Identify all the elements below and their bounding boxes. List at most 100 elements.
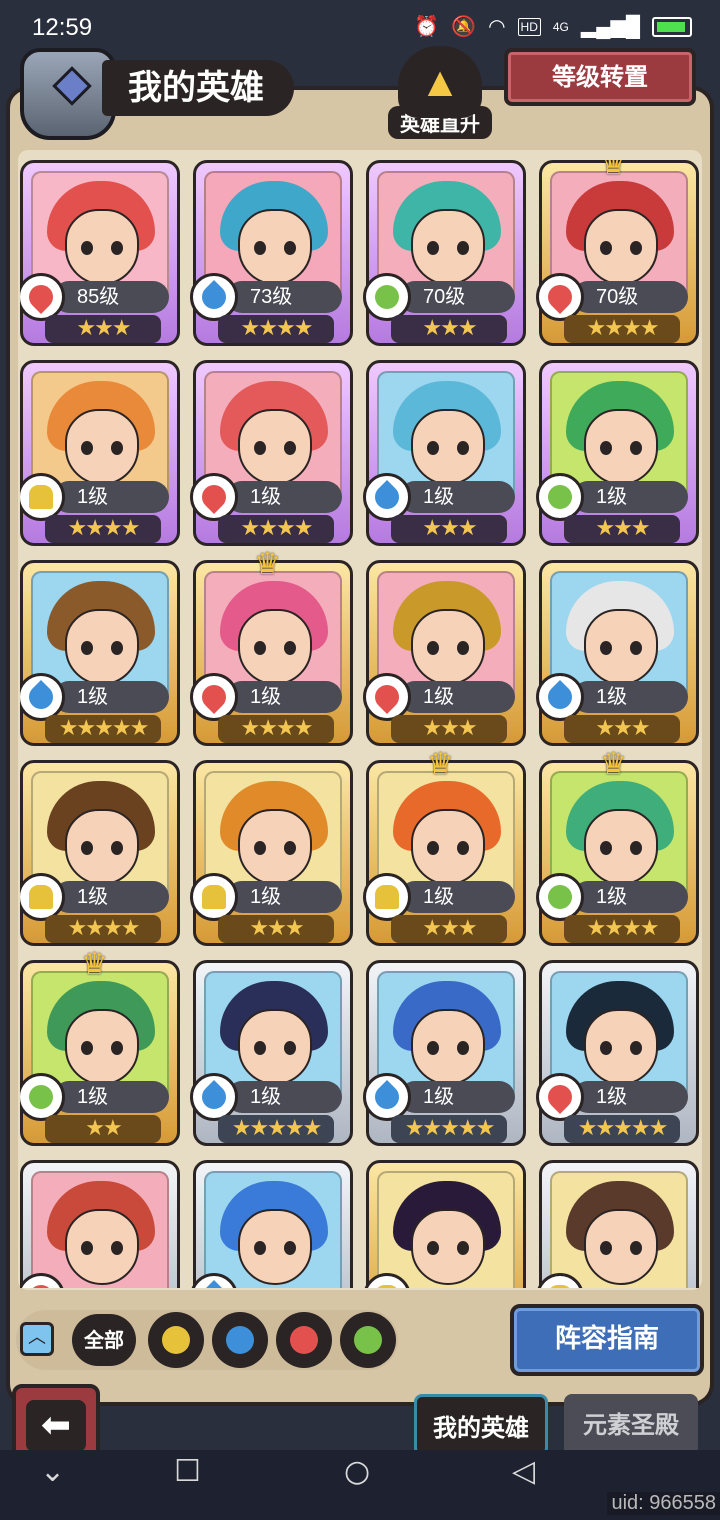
fire-element-icon (190, 673, 238, 721)
collapse-chevron-up-icon[interactable]: ︿ (20, 1322, 54, 1356)
hero-face (238, 209, 312, 285)
filter-wind-icon[interactable] (340, 1312, 396, 1368)
hero-card[interactable]: 70级 ★★★ (363, 160, 526, 346)
hero-stars: ★★★ (564, 515, 680, 543)
filter-earth-icon[interactable] (148, 1312, 204, 1368)
back-arrow-icon: ⬅ (26, 1400, 86, 1452)
hero-card[interactable]: ♛ 1级 ★★★★ (190, 547, 353, 746)
hero-card[interactable] (20, 1160, 180, 1288)
filter-all-button[interactable]: 全部 (72, 1314, 136, 1366)
hero-level: 1级 (226, 681, 342, 713)
hero-level: 1级 (53, 881, 169, 913)
hero-face (584, 1009, 658, 1085)
hero-face (65, 609, 139, 685)
hero-card[interactable]: 1级 ★★★ (536, 560, 699, 746)
hero-card[interactable] (363, 1160, 526, 1288)
fire-element-icon (536, 273, 584, 321)
hero-card[interactable]: ♛ 70级 ★★★★ (536, 160, 699, 346)
hero-level: 1级 (226, 481, 342, 513)
hero-stars: ★★★ (391, 715, 507, 743)
hero-card[interactable]: 1级 ★★★★★ (190, 960, 353, 1146)
page-title: 我的英雄 (102, 60, 294, 116)
hero-card[interactable] (190, 1160, 353, 1288)
hero-level: 1级 (399, 481, 515, 513)
fire-element-icon (190, 473, 238, 521)
filter-water-icon[interactable] (212, 1312, 268, 1368)
hero-level: 1级 (572, 1081, 688, 1113)
hero-card[interactable]: 1级 ★★★ (363, 560, 526, 746)
hero-card[interactable]: 1级 ★★★★ (190, 360, 353, 546)
hero-card[interactable]: 73级 ★★★★ (190, 160, 353, 346)
hero-stars: ★★★ (218, 915, 334, 943)
hd-badge: HD (517, 17, 541, 36)
hero-face (65, 1209, 139, 1285)
hero-face (411, 809, 485, 885)
hero-stars: ★★★ (45, 315, 161, 343)
hero-card[interactable]: 1级 ★★★★★ (363, 960, 526, 1146)
hero-face (238, 1209, 312, 1285)
water-element-icon (536, 673, 584, 721)
upgrade-emblem-icon (398, 46, 482, 118)
status-time: 12:59 (32, 14, 93, 41)
hero-stars: ★★★★★ (564, 1115, 680, 1143)
hero-card[interactable]: 1级 ★★★★ (20, 360, 180, 546)
hero-level: 73级 (226, 281, 342, 313)
lineup-guide-button[interactable]: 阵容指南 (510, 1304, 704, 1376)
crown-icon: ♛ (427, 747, 454, 782)
hero-stars: ★★★ (564, 715, 680, 743)
hero-direct-upgrade-button[interactable]: 英雄直升 (388, 46, 492, 142)
crown-icon: ♛ (254, 547, 281, 582)
hero-face (65, 209, 139, 285)
hero-portrait (550, 1171, 688, 1288)
element-filter-bar: ︿ 全部 (16, 1310, 398, 1370)
hero-level: 1级 (53, 481, 169, 513)
nav-collapse-chevron-icon[interactable]: ⌄ (40, 1454, 65, 1489)
hero-stars: ★★★★ (218, 515, 334, 543)
tab-element-sanctum[interactable]: 元素圣殿 (564, 1394, 698, 1456)
hero-stars: ★★★★ (218, 715, 334, 743)
hero-card[interactable]: 1级 ★★★ (536, 360, 699, 546)
hero-card[interactable] (536, 1160, 699, 1288)
hero-card[interactable]: ♛ 1级 ★★★ (363, 747, 526, 946)
hero-card[interactable]: ♛ 1级 ★★ (20, 947, 180, 1146)
earth-element-icon (190, 873, 238, 921)
filter-fire-icon[interactable] (276, 1312, 332, 1368)
hero-portrait (204, 1171, 342, 1288)
hero-face (411, 1009, 485, 1085)
hero-stars: ★★★ (391, 915, 507, 943)
hero-card[interactable]: 1级 ★★★★★ (20, 560, 180, 746)
user-id-watermark: uid: 966558 (607, 1492, 720, 1515)
hero-card[interactable]: 1级 ★★★★★ (536, 960, 699, 1146)
hero-face (584, 1209, 658, 1285)
hero-face (65, 1009, 139, 1085)
wind-element-icon (363, 273, 411, 321)
earth-element-icon (20, 473, 65, 521)
hero-card[interactable]: 1级 ★★★ (190, 760, 353, 946)
hero-face (65, 809, 139, 885)
hero-stars: ★★★ (391, 515, 507, 543)
water-element-icon (190, 273, 238, 321)
nav-back-triangle-icon[interactable]: ◁ (512, 1454, 535, 1489)
hero-card[interactable]: 1级 ★★★ (363, 360, 526, 546)
hero-stars: ★★★★ (564, 915, 680, 943)
hero-card[interactable]: ♛ 1级 ★★★★ (536, 747, 699, 946)
nav-home-circle-icon[interactable]: ○ (344, 1454, 370, 1489)
hero-level: 1级 (399, 681, 515, 713)
hero-stars: ★★★★ (45, 915, 161, 943)
hero-stars: ★★★★ (564, 315, 680, 343)
crown-icon: ♛ (81, 947, 108, 982)
hero-card[interactable]: 85级 ★★★ (20, 160, 180, 346)
hero-level: 1级 (226, 1081, 342, 1113)
fire-element-icon (20, 273, 65, 321)
hero-face (411, 1209, 485, 1285)
crown-icon: ♛ (600, 747, 627, 782)
nav-home-square-icon[interactable]: ☐ (174, 1454, 201, 1489)
tab-my-heroes[interactable]: 我的英雄 (414, 1394, 548, 1456)
wifi-icon: ◠ (488, 16, 506, 38)
level-transfer-button[interactable]: 等级转置 (504, 48, 696, 106)
fire-element-icon (536, 1073, 584, 1121)
hero-stars: ★★★ (391, 315, 507, 343)
hero-face (584, 609, 658, 685)
hero-card[interactable]: 1级 ★★★★ (20, 760, 180, 946)
mute-icon: 🔕 (451, 16, 477, 38)
